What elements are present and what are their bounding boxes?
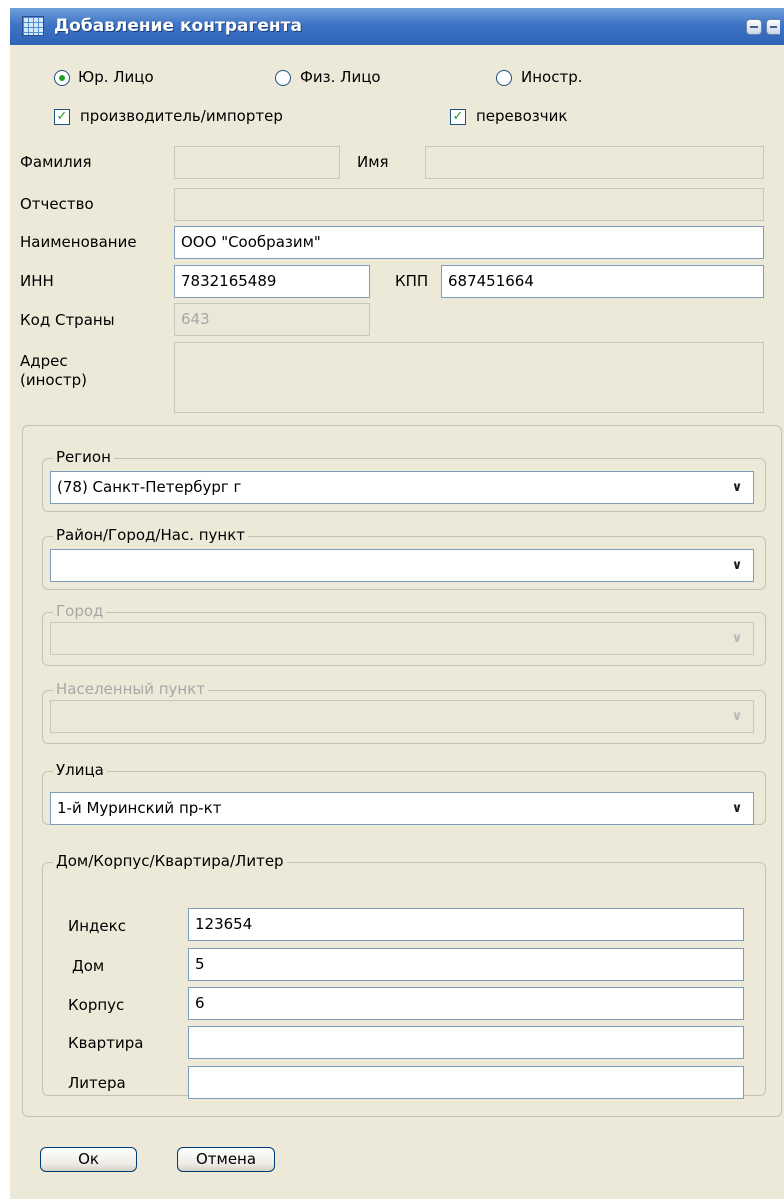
cancel-button[interactable]: Отмена	[177, 1147, 275, 1172]
building-input[interactable]: 6	[188, 987, 744, 1020]
lastname-label: Фамилия	[20, 153, 92, 171]
kpp-label: КПП	[395, 272, 429, 290]
radio-foreign[interactable]	[496, 70, 512, 86]
district-select[interactable]: ∨	[50, 549, 754, 582]
address-foreign-input[interactable]	[174, 342, 764, 413]
region-label: Регион	[53, 448, 114, 466]
title-bar[interactable]: Добавление контрагента	[10, 8, 784, 45]
checkbox-carrier-label: перевозчик	[476, 107, 568, 125]
checkbox-manufacturer-importer-label: производитель/импортер	[80, 107, 283, 125]
chevron-down-icon[interactable]: ∨	[725, 797, 749, 820]
radio-legal-entity-label: Юр. Лицо	[78, 68, 154, 86]
country-code-input[interactable]: 643	[174, 303, 370, 336]
district-label: Район/Город/Нас. пункт	[53, 526, 249, 544]
address-foreign-label-line2: (иностр)	[20, 371, 87, 389]
name-label: Наименование	[20, 233, 137, 251]
street-value: 1-й Муринский пр-кт	[57, 799, 222, 817]
settlement-select[interactable]: ∨	[50, 700, 754, 733]
letter-label: Литера	[68, 1074, 126, 1092]
ok-button[interactable]: Ок	[40, 1147, 137, 1172]
radio-foreign-label: Иностр.	[521, 68, 583, 86]
building-label: Корпус	[68, 996, 125, 1014]
patronymic-input[interactable]	[174, 188, 764, 221]
patronymic-label: Отчество	[20, 195, 94, 213]
chevron-down-icon[interactable]: ∨	[725, 627, 749, 650]
radio-legal-entity[interactable]	[54, 70, 70, 86]
inn-input[interactable]: 7832165489	[174, 265, 370, 298]
apartment-input[interactable]	[188, 1026, 744, 1059]
inn-label: ИНН	[20, 272, 54, 290]
house-input[interactable]: 5	[188, 948, 744, 981]
apartment-label: Квартира	[68, 1034, 144, 1052]
street-label: Улица	[53, 761, 107, 779]
checkbox-carrier[interactable]: ✓	[450, 109, 466, 125]
minimize-button[interactable]	[746, 19, 762, 35]
region-select[interactable]: (78) Санкт-Петербург г ∨	[50, 471, 754, 504]
city-select[interactable]: ∨	[50, 622, 754, 655]
country-code-label: Код Страны	[20, 311, 115, 329]
window-title: Добавление контрагента	[54, 16, 302, 36]
kpp-input[interactable]: 687451664	[441, 265, 764, 298]
table-icon	[22, 16, 44, 36]
close-button[interactable]	[766, 19, 780, 35]
house-group-label: Дом/Корпус/Квартира/Литер	[53, 852, 287, 870]
address-foreign-label-line1: Адрес	[20, 352, 68, 370]
chevron-down-icon[interactable]: ∨	[725, 476, 749, 499]
checkbox-manufacturer-importer[interactable]: ✓	[54, 109, 70, 125]
index-input[interactable]: 123654	[188, 908, 744, 941]
index-label: Индекс	[68, 917, 126, 935]
radio-individual[interactable]	[275, 70, 291, 86]
settlement-label: Населенный пункт	[53, 680, 209, 698]
chevron-down-icon[interactable]: ∨	[725, 554, 749, 577]
chevron-down-icon[interactable]: ∨	[725, 705, 749, 728]
firstname-input[interactable]	[425, 146, 764, 179]
city-label: Город	[53, 602, 107, 620]
street-select[interactable]: 1-й Муринский пр-кт ∨	[50, 792, 754, 825]
letter-input[interactable]	[188, 1066, 744, 1099]
region-value: (78) Санкт-Петербург г	[57, 478, 242, 496]
name-input[interactable]: ООО "Сообразим"	[174, 226, 764, 259]
radio-individual-label: Физ. Лицо	[300, 68, 381, 86]
lastname-input[interactable]	[174, 146, 340, 179]
firstname-label: Имя	[357, 153, 389, 171]
house-label: Дом	[72, 957, 105, 975]
